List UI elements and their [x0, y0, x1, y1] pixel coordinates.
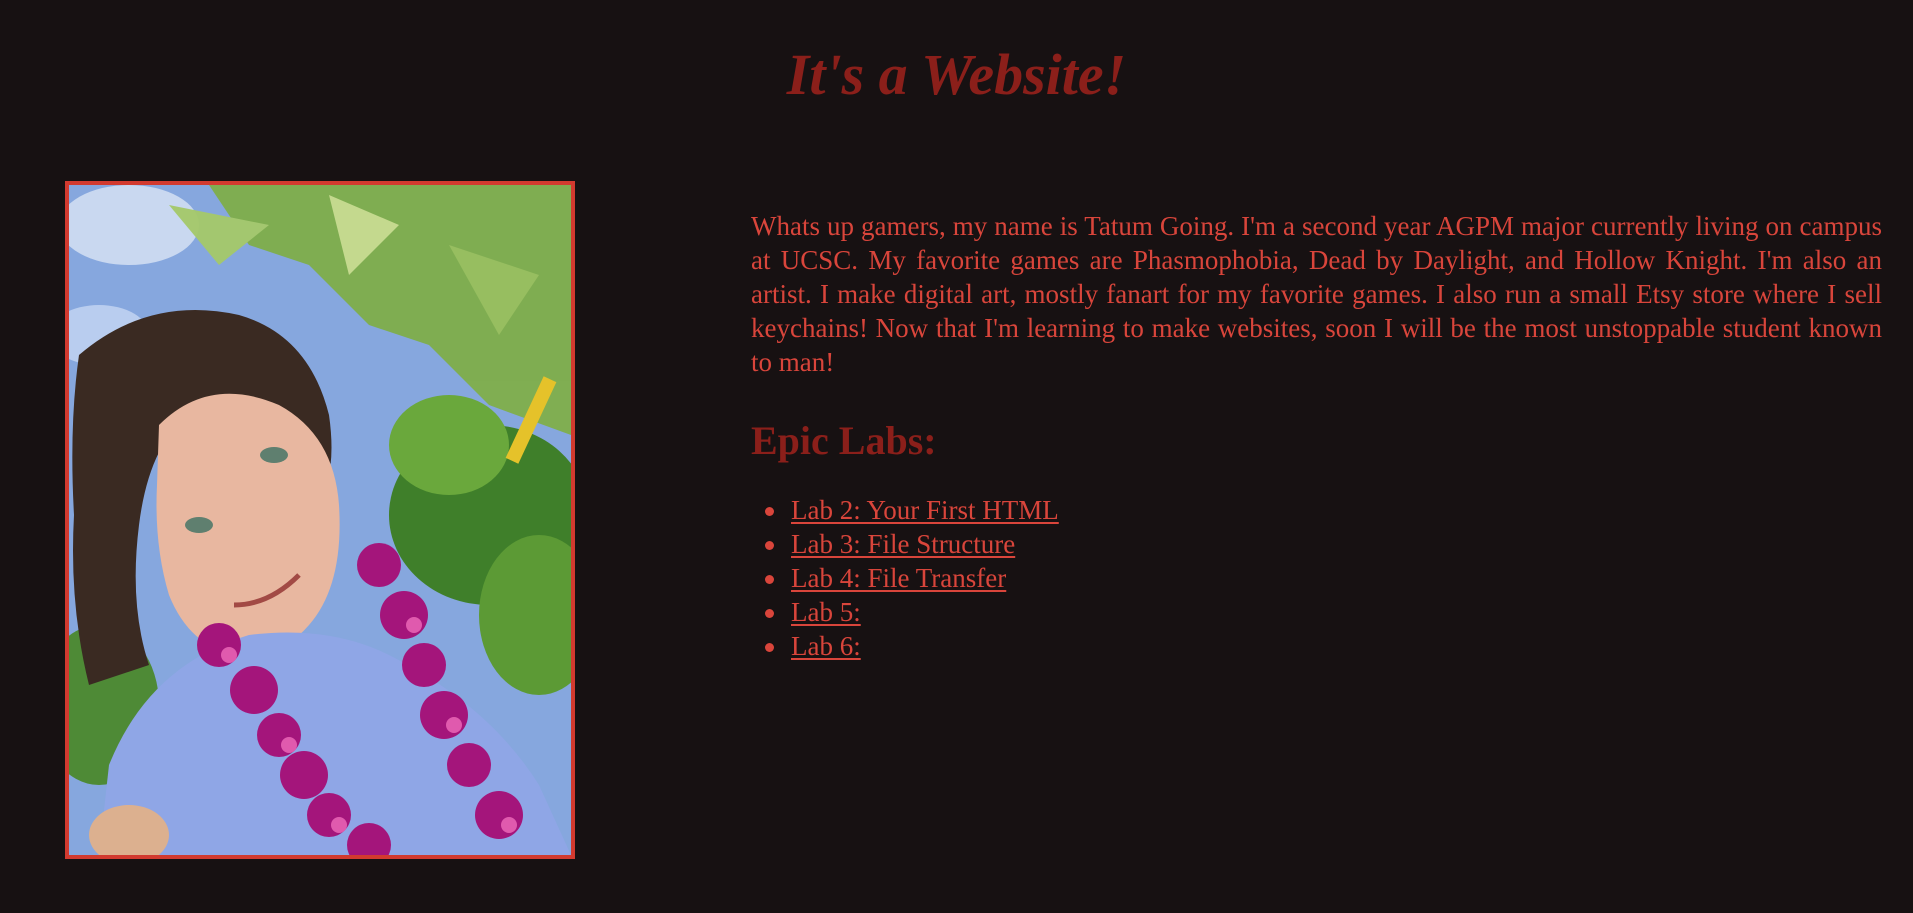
lab-3-link[interactable]: Lab 3: File Structure: [791, 529, 1015, 559]
header: It's a Website!: [0, 0, 1913, 120]
lab-2-link[interactable]: Lab 2: Your First HTML: [791, 495, 1059, 525]
list-item: Lab 2: Your First HTML: [751, 493, 1882, 527]
list-item: Lab 3: File Structure: [751, 527, 1882, 561]
list-item: Lab 4: File Transfer: [751, 561, 1882, 595]
lab-5-link[interactable]: Lab 5:: [791, 597, 861, 627]
bio-paragraph: Whats up gamers, my name is Tatum Going.…: [751, 211, 1882, 377]
lab-4-link[interactable]: Lab 4: File Transfer: [791, 563, 1006, 593]
list-item: Lab 6:: [751, 629, 1882, 663]
portrait-photo: [65, 181, 575, 859]
labs-list: Lab 2: Your First HTML Lab 3: File Struc…: [751, 493, 1882, 663]
list-item: Lab 5:: [751, 595, 1882, 629]
bullet-icon: [765, 575, 774, 584]
lab-6-link[interactable]: Lab 6:: [791, 631, 861, 661]
bullet-icon: [765, 643, 774, 652]
bullet-icon: [765, 609, 774, 618]
labs-heading: Epic Labs:: [751, 418, 937, 463]
portrait-illustration: [69, 185, 571, 855]
main-content: Whats up gamers, my name is Tatum Going.…: [751, 209, 1882, 663]
bullet-icon: [765, 507, 774, 516]
page-title: It's a Website!: [786, 42, 1127, 107]
bullet-icon: [765, 541, 774, 550]
